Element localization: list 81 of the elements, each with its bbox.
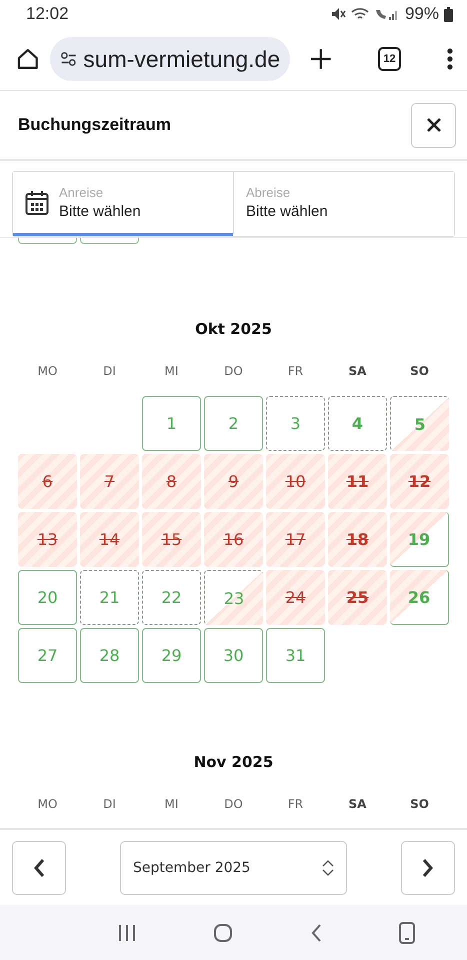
next-button[interactable] xyxy=(401,840,455,894)
date-tab[interactable]: Anreise Bitte wählen xyxy=(13,172,233,236)
day-cell[interactable]: 5 xyxy=(390,396,449,451)
sort-icon xyxy=(322,858,334,876)
phone-icon[interactable] xyxy=(398,922,415,944)
day-cell: 25 xyxy=(328,570,387,625)
weekday-label: MI xyxy=(164,797,180,811)
day-cell[interactable] xyxy=(80,238,139,244)
day-cell: 12 xyxy=(390,454,449,509)
day-cell[interactable]: 2 xyxy=(204,396,263,451)
weekday-label: MO xyxy=(36,364,58,378)
tab-count[interactable]: 12 xyxy=(378,47,402,71)
wifi-icon xyxy=(350,7,369,21)
day-cell: 6 xyxy=(18,454,77,509)
day-cell: 18 xyxy=(328,512,387,567)
previous-button[interactable] xyxy=(12,840,66,894)
dialog-title: Buchungszeitraum xyxy=(18,115,172,135)
close-icon xyxy=(426,117,442,133)
weekday-label: FR xyxy=(286,364,304,378)
calendar-icon xyxy=(25,190,49,216)
day-cell: 24 xyxy=(266,570,325,625)
site-settings-icon[interactable] xyxy=(60,50,78,68)
clock: 12:02 xyxy=(26,4,69,24)
day-cell[interactable]: 27 xyxy=(18,628,77,683)
weekday-label: SA xyxy=(348,797,368,811)
day-cell: 13 xyxy=(18,512,77,567)
signal-icon xyxy=(374,7,400,21)
day-cell[interactable]: 31 xyxy=(266,628,325,683)
day-cell[interactable]: 19 xyxy=(390,512,449,567)
recent-apps-icon[interactable] xyxy=(118,924,136,942)
day-cell[interactable]: 22 xyxy=(142,570,201,625)
day-cell: 16 xyxy=(204,512,263,567)
back-icon[interactable] xyxy=(310,922,322,942)
day-cell[interactable]: 29 xyxy=(142,628,201,683)
day-cell: 15 xyxy=(142,512,201,567)
day-cell: 7 xyxy=(80,454,139,509)
weekday-label: SA xyxy=(348,364,368,378)
day-cell: 9 xyxy=(204,454,263,509)
plus-icon[interactable] xyxy=(310,48,332,70)
month-select[interactable]: September 2025 xyxy=(120,840,347,894)
weekday-label: SO xyxy=(409,364,430,378)
month-title: Nov 2025 xyxy=(192,753,274,771)
month-title: Okt 2025 xyxy=(194,320,273,338)
weekday-label: MI xyxy=(164,364,180,378)
battery-icon xyxy=(444,6,453,22)
weekday-label: SO xyxy=(409,797,430,811)
weekday-label: FR xyxy=(286,797,304,811)
address-bar[interactable]: sum-vermietung.de xyxy=(50,37,290,81)
weekday-label: DI xyxy=(102,364,117,378)
day-cell[interactable]: 3 xyxy=(266,396,325,451)
day-cell[interactable]: 26 xyxy=(390,570,449,625)
weekday-label: DO xyxy=(223,797,244,811)
day-cell[interactable]: 28 xyxy=(80,628,139,683)
day-cell: 14 xyxy=(80,512,139,567)
day-cell[interactable]: 23 xyxy=(204,570,263,625)
chevron-right-icon xyxy=(422,858,434,878)
day-cell: 11 xyxy=(328,454,387,509)
day-cell: 17 xyxy=(266,512,325,567)
home-icon[interactable] xyxy=(16,47,40,71)
day-cell[interactable]: 21 xyxy=(80,570,139,625)
tab-value: Bitte wählen xyxy=(59,203,141,220)
url-text: sum-vermietung.de xyxy=(83,46,280,72)
day-cell[interactable]: 1 xyxy=(142,396,201,451)
day-cell[interactable] xyxy=(18,238,77,244)
close-button[interactable] xyxy=(411,102,456,148)
tab-label: Abreise xyxy=(246,185,292,200)
day-cell: 10 xyxy=(266,454,325,509)
tab-label: Anreise xyxy=(59,185,104,200)
mute-icon xyxy=(330,7,346,21)
tab-value: Bitte wählen xyxy=(246,203,328,220)
chevron-left-icon xyxy=(33,858,45,878)
date-tab[interactable]: Abreise Bitte wählen xyxy=(233,172,454,236)
battery-percent: 99% xyxy=(404,4,439,24)
day-cell[interactable]: 20 xyxy=(18,570,77,625)
day-cell[interactable]: 30 xyxy=(204,628,263,683)
weekday-label: DI xyxy=(102,797,117,811)
more-icon[interactable] xyxy=(447,48,453,70)
weekday-label: MO xyxy=(36,797,58,811)
day-cell: 8 xyxy=(142,454,201,509)
day-cell[interactable]: 4 xyxy=(328,396,387,451)
weekday-label: DO xyxy=(223,364,244,378)
